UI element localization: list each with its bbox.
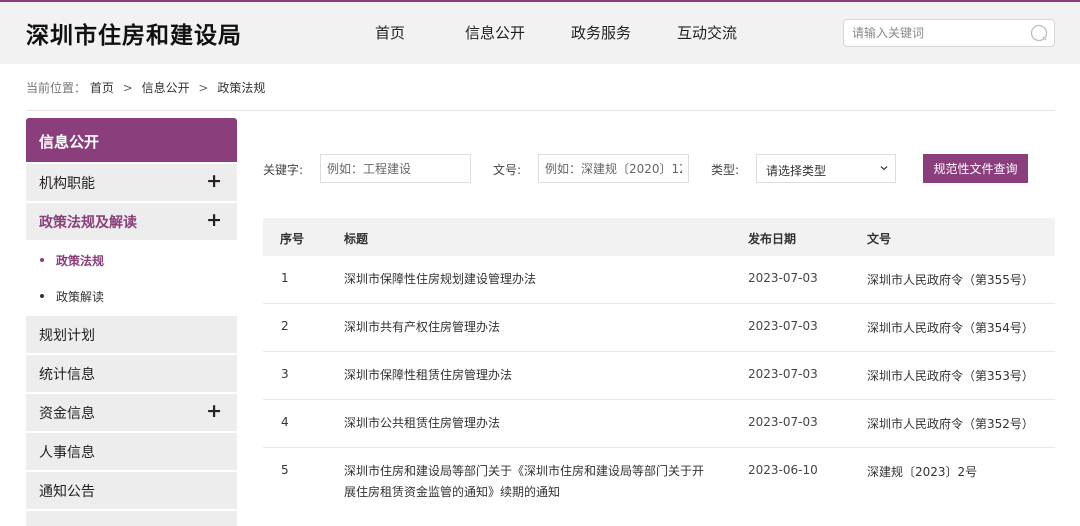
row-number: 5 bbox=[281, 463, 289, 477]
search-box bbox=[843, 19, 1055, 47]
breadcrumb-home[interactable]: 首页 bbox=[90, 81, 114, 95]
plus-icon[interactable]: + bbox=[206, 209, 222, 231]
sidebar-subitem-policy-regulations[interactable]: 政策法规 bbox=[26, 242, 237, 278]
breadcrumb-label: 当前位置： bbox=[26, 81, 87, 95]
sidebar-header: 信息公开 bbox=[26, 118, 237, 162]
keyword-label: 关键字: bbox=[263, 163, 304, 177]
table-row: 1 深圳市保障性住房规划建设管理办法 2023-07-03 深圳市人民政府令（第… bbox=[263, 256, 1055, 304]
sidebar-item-label: 通知公告 bbox=[39, 484, 95, 500]
table-row: 4 深圳市公共租赁住房管理办法 2023-07-03 深圳市人民政府令（第352… bbox=[263, 400, 1055, 448]
nav-item-home[interactable]: 首页 bbox=[375, 22, 405, 43]
row-docno: 深圳市人民政府令（第352号） bbox=[867, 417, 1034, 431]
row-title-link[interactable]: 深圳市公共租赁住房管理办法 bbox=[344, 413, 724, 434]
column-header-title: 标题 bbox=[344, 232, 369, 246]
bullet-icon bbox=[40, 257, 44, 262]
table-row: 2 深圳市共有产权住房管理办法 2023-07-03 深圳市人民政府令（第354… bbox=[263, 304, 1055, 352]
keyword-input[interactable] bbox=[320, 154, 471, 183]
column-header-no: 序号 bbox=[280, 232, 305, 246]
sidebar-item-notices[interactable]: 通知公告 bbox=[26, 472, 237, 509]
sidebar-subitem-label: 政策解读 bbox=[56, 290, 105, 304]
row-number: 2 bbox=[281, 319, 289, 333]
type-select-value: 请选择类型 bbox=[766, 164, 827, 178]
plus-icon[interactable]: + bbox=[206, 170, 222, 192]
table-header: 序号 标题 发布日期 文号 bbox=[263, 218, 1055, 256]
column-header-docno: 文号 bbox=[867, 232, 892, 246]
docno-input[interactable] bbox=[538, 154, 689, 183]
table-row: 5 深圳市住房和建设局等部门关于《深圳市住房和建设局等部门关于开展住房租赁资金监… bbox=[263, 448, 1055, 520]
nav-item-interaction[interactable]: 互动交流 bbox=[677, 22, 737, 43]
row-title-link[interactable]: 深圳市共有产权住房管理办法 bbox=[344, 317, 724, 338]
nav-item-gov-service[interactable]: 政务服务 bbox=[571, 22, 631, 43]
row-number: 3 bbox=[281, 367, 289, 381]
search-icon[interactable] bbox=[1030, 24, 1048, 42]
chevron-down-icon bbox=[880, 166, 888, 171]
row-docno: 深圳市人民政府令（第355号） bbox=[867, 273, 1034, 287]
plus-icon[interactable]: + bbox=[206, 400, 222, 422]
sidebar-subitem-policy-interpretation[interactable]: 政策解读 bbox=[26, 278, 237, 314]
query-button[interactable]: 规范性文件查询 bbox=[923, 154, 1028, 183]
row-title-link[interactable]: 深圳市保障性住房规划建设管理办法 bbox=[344, 269, 724, 290]
row-date: 2023-07-03 bbox=[748, 415, 818, 429]
site-title: 深圳市住房和建设局 bbox=[26, 23, 242, 49]
sidebar-item-label: 政策法规及解读 bbox=[39, 215, 137, 231]
table-row: 3 深圳市保障性租赁住房管理办法 2023-07-03 深圳市人民政府令（第35… bbox=[263, 352, 1055, 400]
sidebar-item-personnel[interactable]: 人事信息 bbox=[26, 433, 237, 470]
bullet-icon bbox=[40, 293, 44, 298]
sidebar-item-label: 机构职能 bbox=[39, 176, 95, 192]
row-date: 2023-07-03 bbox=[748, 319, 818, 333]
row-number: 1 bbox=[281, 271, 289, 285]
sidebar-item-policy[interactable]: 政策法规及解读 + bbox=[26, 203, 237, 240]
search-input[interactable] bbox=[852, 24, 1022, 42]
docno-label: 文号: bbox=[493, 163, 522, 177]
breadcrumb-separator: > bbox=[198, 81, 209, 95]
sidebar-item-funds[interactable]: 资金信息 + bbox=[26, 394, 237, 431]
breadcrumb: 当前位置： 首页 > 信息公开 > 政策法规 bbox=[26, 79, 265, 96]
row-number: 4 bbox=[281, 415, 289, 429]
sidebar-item-label: 资金信息 bbox=[39, 406, 95, 422]
nav-item-info-public[interactable]: 信息公开 bbox=[465, 22, 525, 43]
divider bbox=[26, 110, 1055, 111]
sidebar-item-statistics[interactable]: 统计信息 bbox=[26, 355, 237, 392]
sidebar-subitem-label: 政策法规 bbox=[56, 254, 105, 268]
type-label: 类型: bbox=[711, 163, 740, 177]
row-title-link[interactable]: 深圳市住房和建设局等部门关于《深圳市住房和建设局等部门关于开展住房租赁资金监管的… bbox=[344, 461, 709, 503]
sidebar-item-label: 人事信息 bbox=[39, 445, 95, 461]
row-docno: 深圳市人民政府令（第354号） bbox=[867, 321, 1034, 335]
type-select[interactable]: 请选择类型 bbox=[756, 154, 896, 183]
breadcrumb-info-public[interactable]: 信息公开 bbox=[142, 81, 190, 95]
breadcrumb-separator: > bbox=[122, 81, 133, 95]
row-docno: 深建规〔2023〕2号 bbox=[867, 465, 978, 479]
site-header: 深圳市住房和建设局 首页 信息公开 政务服务 互动交流 bbox=[0, 0, 1080, 64]
row-date: 2023-07-03 bbox=[748, 367, 818, 381]
row-date: 2023-06-10 bbox=[748, 463, 818, 477]
sidebar-item-label: 统计信息 bbox=[39, 367, 95, 383]
column-header-date: 发布日期 bbox=[748, 232, 797, 246]
row-title-link[interactable]: 深圳市保障性租赁住房管理办法 bbox=[344, 365, 724, 386]
sidebar-item-org-function[interactable]: 机构职能 + bbox=[26, 164, 237, 201]
row-date: 2023-07-03 bbox=[748, 271, 818, 285]
sidebar-item-more[interactable] bbox=[26, 511, 237, 526]
breadcrumb-policy[interactable]: 政策法规 bbox=[217, 81, 265, 95]
sidebar: 信息公开 机构职能 + 政策法规及解读 + 政策法规 政策解读 规划计划 统计信… bbox=[26, 118, 237, 526]
row-docno: 深圳市人民政府令（第353号） bbox=[867, 369, 1034, 383]
sidebar-item-planning[interactable]: 规划计划 bbox=[26, 316, 237, 353]
sidebar-item-label: 规划计划 bbox=[39, 328, 95, 344]
